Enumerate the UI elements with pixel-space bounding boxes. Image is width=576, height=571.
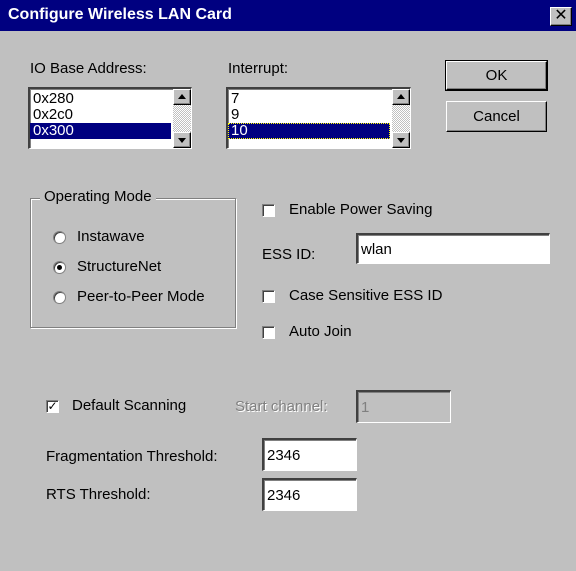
rts-threshold-input[interactable] — [262, 478, 357, 511]
rts-threshold-label: RTS Threshold: — [46, 486, 151, 503]
ok-button[interactable]: OK — [445, 60, 548, 91]
fragmentation-threshold-input[interactable] — [262, 438, 357, 471]
case-sensitive-ess-id-label[interactable]: Case Sensitive ESS ID — [289, 287, 442, 304]
case-sensitive-ess-id-checkbox[interactable] — [262, 290, 275, 303]
scroll-down-button[interactable] — [173, 132, 191, 148]
interrupt-listbox[interactable]: 7 9 10 — [226, 87, 411, 149]
start-channel-label: Start channel: — [235, 398, 328, 415]
list-item[interactable]: 9 — [228, 107, 390, 123]
list-item[interactable]: 0x2c0 — [30, 107, 171, 123]
auto-join-label[interactable]: Auto Join — [289, 323, 352, 340]
scroll-up-button[interactable] — [173, 89, 191, 105]
radio-peer-to-peer-label[interactable]: Peer-to-Peer Mode — [77, 288, 205, 305]
default-scanning-label[interactable]: Default Scanning — [72, 397, 186, 414]
list-item[interactable]: 0x280 — [30, 91, 171, 107]
interrupt-label: Interrupt: — [228, 60, 289, 77]
scroll-down-button[interactable] — [392, 132, 410, 148]
default-scanning-checkbox[interactable]: ✓ — [46, 400, 59, 413]
io-base-scrollbar[interactable] — [173, 89, 191, 148]
checkmark-icon: ✓ — [47, 399, 58, 413]
ess-id-label: ESS ID: — [262, 246, 316, 263]
window-title: Configure Wireless LAN Card — [8, 6, 232, 23]
interrupt-scrollbar[interactable] — [392, 89, 410, 148]
enable-power-saving-label[interactable]: Enable Power Saving — [289, 201, 432, 218]
start-channel-input — [356, 390, 451, 423]
radio-peer-to-peer[interactable] — [53, 291, 66, 304]
title-bar: Configure Wireless LAN Card ✕ — [0, 0, 576, 31]
arrow-down-icon — [397, 138, 405, 143]
operating-mode-title: Operating Mode — [40, 188, 156, 205]
fragmentation-threshold-label: Fragmentation Threshold: — [46, 448, 218, 465]
list-item[interactable]: 7 — [228, 91, 390, 107]
io-base-address-label: IO Base Address: — [30, 60, 147, 77]
enable-power-saving-checkbox[interactable] — [262, 204, 275, 217]
close-button[interactable]: ✕ — [550, 7, 572, 26]
radio-selected-dot — [57, 265, 62, 270]
radio-instawave[interactable] — [53, 231, 66, 244]
scroll-up-button[interactable] — [392, 89, 410, 105]
list-item-selected[interactable]: 0x300 — [30, 123, 171, 139]
arrow-up-icon — [178, 94, 186, 99]
radio-structurenet-label[interactable]: StructureNet — [77, 258, 161, 275]
auto-join-checkbox[interactable] — [262, 326, 275, 339]
arrow-up-icon — [397, 94, 405, 99]
cancel-button[interactable]: Cancel — [446, 101, 547, 132]
io-base-address-listbox[interactable]: 0x280 0x2c0 0x300 — [28, 87, 192, 149]
close-icon: ✕ — [554, 7, 568, 24]
radio-instawave-label[interactable]: Instawave — [77, 228, 145, 245]
radio-structurenet[interactable] — [53, 261, 66, 274]
arrow-down-icon — [178, 138, 186, 143]
ess-id-input[interactable] — [356, 233, 550, 264]
list-item-selected[interactable]: 10 — [228, 123, 390, 139]
